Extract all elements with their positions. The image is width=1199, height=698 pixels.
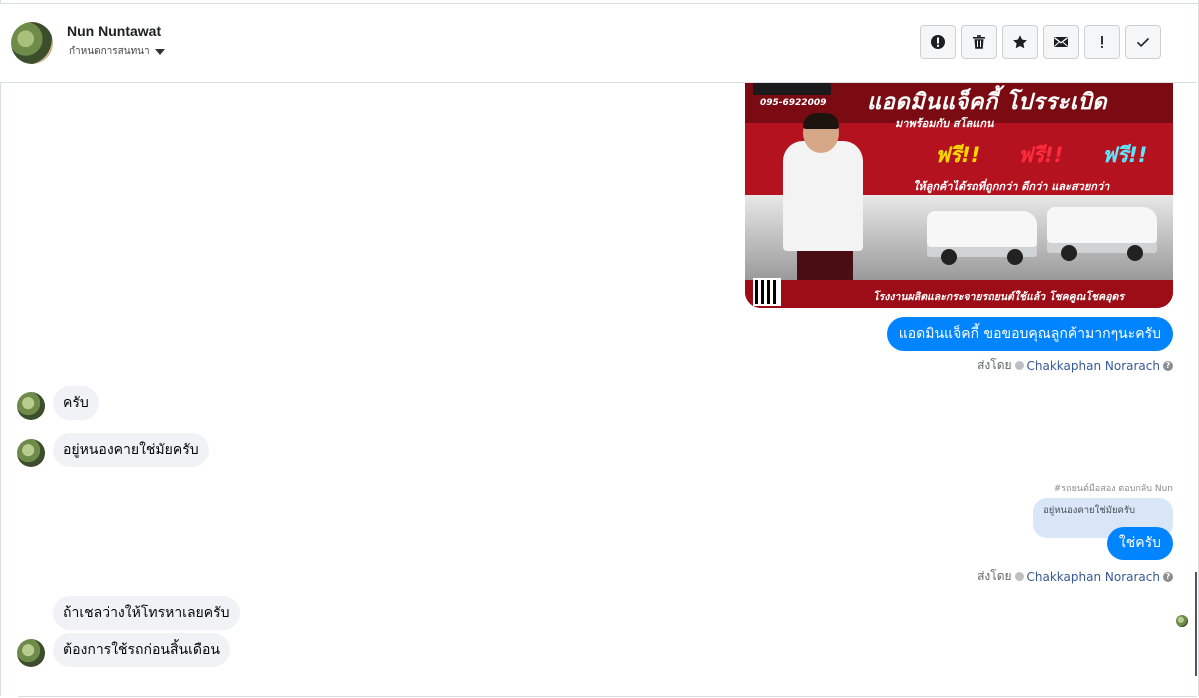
contact-avatar-small[interactable] <box>17 439 45 467</box>
mark-unread-button[interactable] <box>1043 25 1079 59</box>
pickup-truck-image <box>1047 207 1157 261</box>
exclamation-icon <box>1101 36 1103 48</box>
conversation-status-label: กำหนดการสนทนา <box>69 46 150 57</box>
verified-icon <box>1014 572 1024 581</box>
check-icon <box>1136 37 1150 48</box>
star-icon <box>1013 35 1027 49</box>
report-button[interactable] <box>920 25 956 59</box>
message-thread: 095-6922009 แอดมินแจ็คกี้ โปรระเบิด มาพร… <box>0 83 1197 696</box>
promo-footer-text: โรงงานผลิตและกระจายรถยนต์ใช้แล้ว โชคคูณโ… <box>873 291 1124 303</box>
qr-code-icon <box>753 278 781 306</box>
scrollbar[interactable] <box>1195 572 1197 676</box>
agent-name-link[interactable]: Chakkaphan Norarach <box>1027 359 1160 373</box>
promo-person <box>783 141 863 251</box>
sent-by-prefix: ส่งโดย <box>977 358 1012 372</box>
promo-logo <box>753 83 831 95</box>
incoming-message[interactable]: ต้องการใช้รถก่อนสิ้นเดือน <box>53 633 230 667</box>
alert-circle-icon <box>931 35 945 49</box>
chevron-down-icon <box>154 48 165 55</box>
contact-avatar-small[interactable] <box>17 639 45 667</box>
promo-person-hair <box>803 113 839 129</box>
incoming-message[interactable]: ถ้าเชลว่างให้โทรหาเลยครับ <box>53 596 240 630</box>
promo-free-word: ฟรี!! <box>1102 143 1148 167</box>
flag-button[interactable] <box>1084 25 1120 59</box>
conversation-header: Nun Nuntawat กำหนดการสนทนา <box>0 4 1197 83</box>
promo-free-word: ฟรี!! <box>1018 143 1064 167</box>
help-icon[interactable]: ? <box>1163 360 1173 371</box>
sent-by-info: ส่งโดย Chakkaphan Norarach ? <box>977 567 1173 586</box>
sent-by-info: ส่งโดย Chakkaphan Norarach ? <box>977 356 1173 375</box>
conversation-status-dropdown[interactable]: กำหนดการสนทนา <box>69 44 165 59</box>
contact-avatar[interactable] <box>11 22 53 64</box>
reply-context-label: #รถยนต์มือสอง ตอบกลับ Nun <box>1053 484 1173 494</box>
promo-image-attachment[interactable]: 095-6922009 แอดมินแจ็คกี้ โปรระเบิด มาพร… <box>745 83 1173 308</box>
conversation-toolbar <box>920 25 1161 59</box>
pickup-truck-image <box>927 211 1037 265</box>
contact-avatar-small[interactable] <box>17 392 45 420</box>
done-button[interactable] <box>1125 25 1161 59</box>
outgoing-message[interactable]: แอดมินแจ็คกี้ ขอขอบคุณลูกค้ามากๆนะครับ <box>886 317 1173 351</box>
agent-name-link[interactable]: Chakkaphan Norarach <box>1027 570 1160 584</box>
promo-tagline: ให้ลูกค้าได้รถที่ถูกกว่า ดีกว่า และสวยกว… <box>913 180 1110 193</box>
promo-subtitle: มาพร้อมกับ สโลแกน <box>895 117 994 130</box>
delete-button[interactable] <box>961 25 997 59</box>
star-button[interactable] <box>1002 25 1038 59</box>
verified-icon <box>1014 361 1024 370</box>
help-icon[interactable]: ? <box>1163 571 1173 582</box>
seen-indicator-avatar <box>1176 615 1188 627</box>
contact-name[interactable]: Nun Nuntawat <box>67 23 161 39</box>
trash-icon <box>973 35 985 49</box>
promo-phone: 095-6922009 <box>760 98 827 108</box>
envelope-icon <box>1054 37 1068 47</box>
incoming-message[interactable]: อยู่หนองคายใช่มัยครับ <box>53 433 209 467</box>
outgoing-message[interactable]: ใช่ครับ <box>1106 527 1173 560</box>
promo-free-word: ฟรี!! <box>935 143 981 167</box>
sent-by-prefix: ส่งโดย <box>977 569 1012 583</box>
composer-divider <box>18 696 1197 697</box>
incoming-message[interactable]: ครับ <box>53 386 99 420</box>
